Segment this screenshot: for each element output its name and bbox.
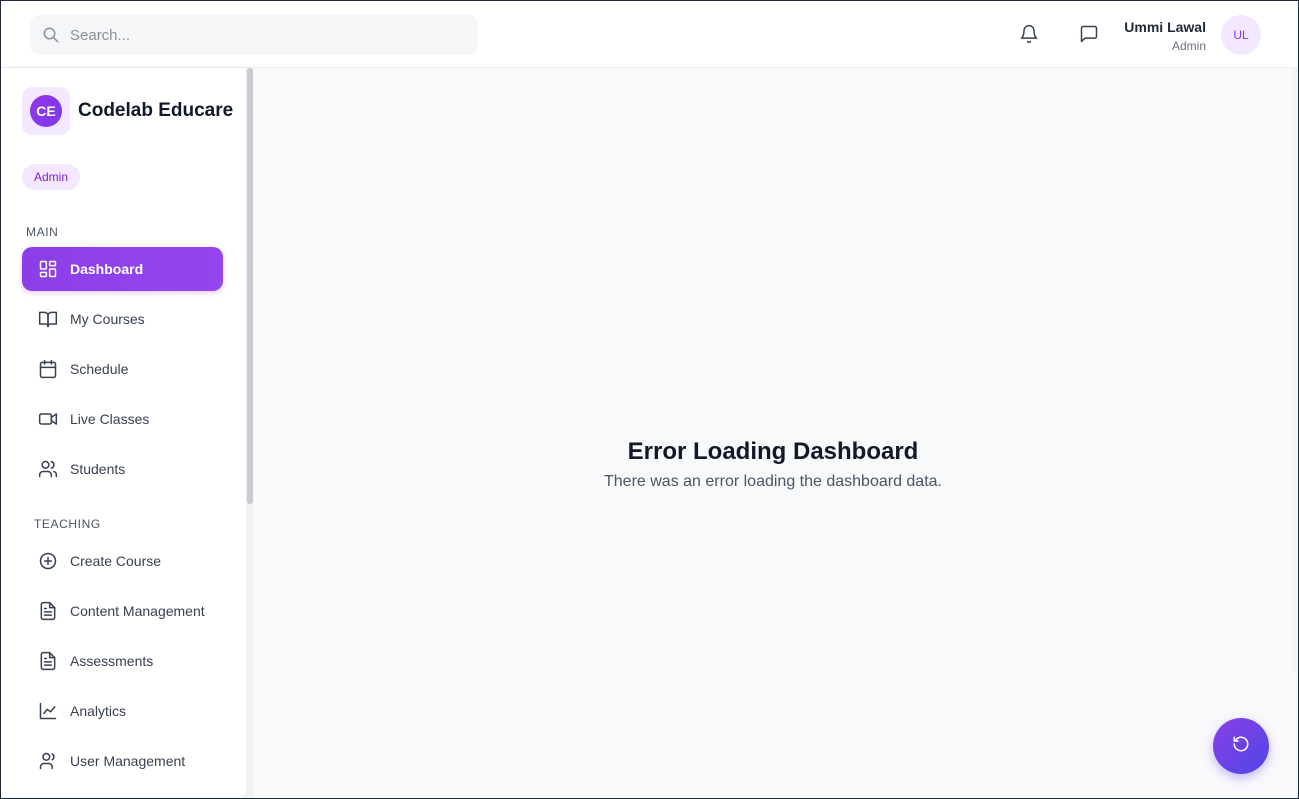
sidebar-item-label: Analytics <box>70 703 127 719</box>
sidebar: CE Codelab Educare Admin MAIN Dashboard … <box>1 68 248 797</box>
sidebar-item-label: Students <box>70 461 126 477</box>
sidebar-item-user-management[interactable]: User Management <box>22 739 223 783</box>
sidebar-item-label: My Courses <box>70 311 145 327</box>
role-badge: Admin <box>22 164 81 190</box>
sidebar-item-my-courses[interactable]: My Courses <box>22 297 223 341</box>
top-bar: Ummi Lawal Admin UL <box>1 1 1298 68</box>
refresh-button[interactable] <box>1213 718 1269 774</box>
video-icon <box>38 409 58 429</box>
sidebar-item-live-classes[interactable]: Live Classes <box>22 397 223 441</box>
file-text-icon <box>38 601 58 621</box>
notifications-bell-icon[interactable] <box>1018 23 1040 45</box>
sidebar-item-dashboard[interactable]: Dashboard <box>22 247 223 291</box>
refresh-icon <box>1232 735 1250 758</box>
error-title: Error Loading Dashboard <box>627 438 919 465</box>
line-chart-icon <box>38 701 58 721</box>
messages-icon[interactable] <box>1078 23 1100 45</box>
calendar-icon <box>38 359 58 379</box>
page-scrollbar[interactable] <box>1292 68 1298 674</box>
section-label-main: MAIN <box>26 225 59 239</box>
sidebar-item-label: User Management <box>70 753 186 769</box>
sidebar-item-label: Live Classes <box>70 411 150 427</box>
sidebar-item-schedule[interactable]: Schedule <box>22 347 223 391</box>
user-icon <box>38 751 58 771</box>
plus-circle-icon <box>38 551 58 571</box>
brand-logo-initials: CE <box>30 95 62 127</box>
user-role: Admin <box>1171 39 1206 53</box>
sidebar-item-assessments[interactable]: Assessments <box>22 639 223 683</box>
users-icon <box>38 459 58 479</box>
avatar[interactable]: UL <box>1221 15 1261 55</box>
sidebar-scrollbar[interactable] <box>246 68 253 797</box>
search-icon <box>42 26 60 44</box>
dashboard-icon <box>38 259 58 279</box>
sidebar-item-label: Content Management <box>70 603 205 619</box>
user-name: Ummi Lawal <box>1124 19 1206 35</box>
sidebar-item-students[interactable]: Students <box>22 447 223 491</box>
sidebar-item-analytics[interactable]: Analytics <box>22 689 223 733</box>
sidebar-item-label: Schedule <box>70 361 129 377</box>
brand-name: Codelab Educare <box>78 100 234 121</box>
book-icon <box>38 309 58 329</box>
main-content: Error Loading Dashboard There was an err… <box>253 68 1298 797</box>
error-message: There was an error loading the dashboard… <box>604 473 942 490</box>
file-text-icon <box>38 651 58 671</box>
sidebar-item-content-management[interactable]: Content Management <box>22 589 223 633</box>
sidebar-item-create-course[interactable]: Create Course <box>22 539 223 583</box>
sidebar-item-label: Create Course <box>70 553 162 569</box>
section-label-teaching: TEACHING <box>34 517 101 531</box>
search-box[interactable] <box>30 15 478 55</box>
brand-logo[interactable]: CE <box>22 87 70 135</box>
sidebar-item-label: Assessments <box>70 653 154 669</box>
search-input[interactable] <box>70 15 470 55</box>
sidebar-item-label: Dashboard <box>70 261 144 277</box>
